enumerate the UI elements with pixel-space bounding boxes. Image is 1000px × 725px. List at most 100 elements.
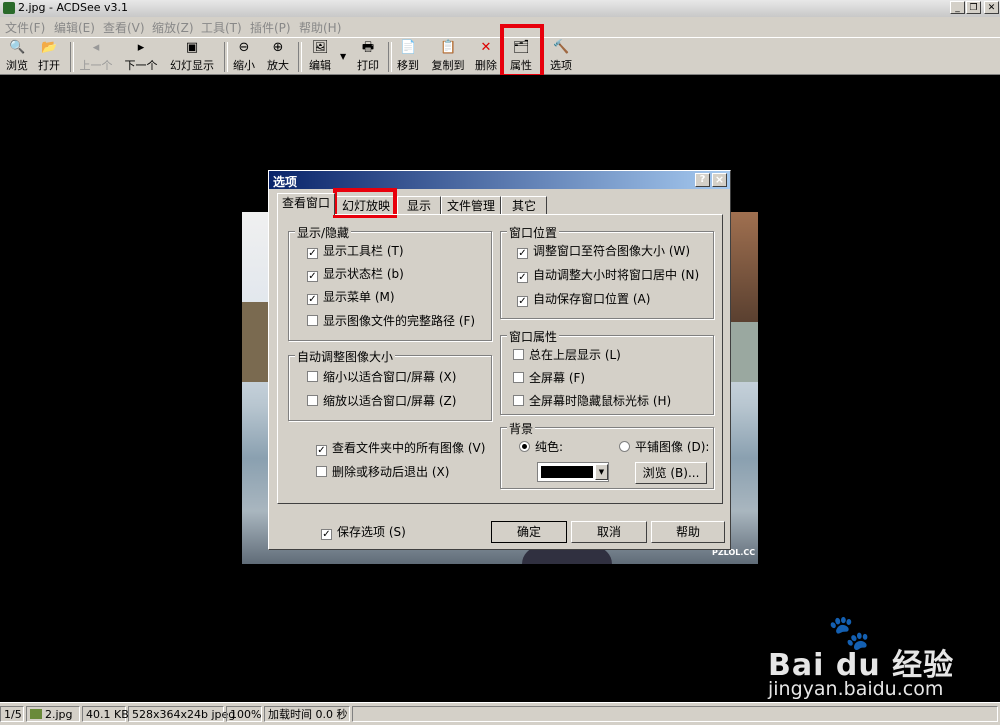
restore-button[interactable]: ❐ [966,1,981,14]
title-bar: 2.jpg - ACDSee v3.1 _ ❐ ✕ [0,0,1000,18]
checkbox-box [513,349,524,360]
group-window-position: 窗口位置 ✓ 调整窗口至符合图像大小 (W) ✓ 自动调整大小时将窗口居中 (N) … [500,224,714,319]
checkbox-shrink-to-fit[interactable]: 缩小以适合窗口/屏幕 (X) [307,368,456,386]
checkbox-box [307,371,318,382]
checkbox-fit-window-to-image[interactable]: ✓ 调整窗口至符合图像大小 (W) [517,242,690,260]
status-dimensions: 528x364x24b jpeg [128,706,235,722]
baidu-watermark: 🐾 Bai du 经验 jingyan.baidu.com [768,612,1000,702]
checkbox-box: ✓ [517,248,528,259]
zoom-out-button[interactable]: ⊖ 缩小 [230,40,258,73]
checkbox-center-window[interactable]: ✓ 自动调整大小时将窗口居中 (N) [517,266,699,284]
slideshow-icon: ▣ [185,40,199,55]
group-title: 窗口位置 [507,224,560,241]
checkbox-box: ✓ [307,271,318,282]
app-icon [3,2,15,14]
status-load-time: 加载时间 0.0 秒 [264,706,350,722]
checkbox-show-menu[interactable]: ✓ 显示菜单 (M) [307,288,395,306]
move-to-button[interactable]: 📄 移到 [394,40,422,73]
next-button[interactable]: ▸ 下一个 [120,40,162,73]
status-file: 2.jpg [26,706,80,722]
checkbox-box [307,315,318,326]
color-swatch [541,466,593,478]
dialog-title: 选项 [273,175,298,189]
close-button[interactable]: ✕ [984,1,999,14]
tab-display[interactable]: 显示 [397,196,441,215]
photo-right-houses [730,322,758,382]
checkbox-show-statusbar[interactable]: ✓ 显示状态栏 (b) [307,265,404,283]
checkbox-full-screen[interactable]: 全屏幕 (F) [513,369,585,387]
menu-view[interactable]: 查看(V) [103,19,145,36]
toolbar-separator [70,42,74,72]
checkbox-box: ✓ [316,445,327,456]
options-button[interactable]: 🔨 选项 [546,40,576,73]
window-title: 2.jpg - ACDSee v3.1 [18,1,128,14]
toolbar-separator [388,42,392,72]
group-show-hide: 显示/隐藏 ✓ 显示工具栏 (T) ✓ 显示状态栏 (b) ✓ 显示菜单 (M) 显示… [288,224,492,341]
checkbox-hide-cursor-fullscreen[interactable]: 全屏幕时隐藏鼠标光标 (H) [513,392,671,410]
menu-zoom[interactable]: 缩放(Z) [152,19,194,36]
checkbox-always-on-top[interactable]: 总在上层显示 (L) [513,346,621,364]
menu-tools[interactable]: 工具(T) [201,19,242,36]
menu-edit[interactable]: 编辑(E) [54,19,95,36]
tab-view-window[interactable]: 查看窗口 [277,193,335,215]
checkbox-box [307,395,318,406]
checkbox-box [316,466,327,477]
checkbox-box: ✓ [307,294,318,305]
menu-help[interactable]: 帮助(H) [299,19,341,36]
dialog-help-button[interactable]: ? [695,173,710,187]
ok-button[interactable]: 确定 [491,521,567,543]
chevron-down-icon: ▼ [595,464,608,480]
checkbox-zoom-to-fit[interactable]: 缩放以适合窗口/屏幕 (Z) [307,392,456,410]
prev-button[interactable]: ◂ 上一个 [76,40,116,73]
group-title: 背景 [507,420,536,437]
status-bar: 1/5 2.jpg 40.1 KB 528x364x24b jpeg 100% … [0,702,1000,725]
watermark-url: jingyan.baidu.com [768,678,944,700]
tab-other[interactable]: 其它 [501,196,547,215]
checkbox-box [513,395,524,406]
checkbox-box: ✓ [517,296,528,307]
checkbox-show-toolbar[interactable]: ✓ 显示工具栏 (T) [307,242,404,260]
checkbox-box: ✓ [517,272,528,283]
menu-file[interactable]: 文件(F) [5,19,45,36]
group-title: 显示/隐藏 [295,224,352,241]
group-background: 背景 纯色: 平铺图像 (D): ▼ 浏览 (B)... [500,420,714,489]
toolbar-separator [224,42,228,72]
checkbox-show-full-path[interactable]: 显示图像文件的完整路径 (F) [307,312,475,330]
zoom-in-button[interactable]: ⊕ 放大 [264,40,292,73]
dialog-close-button[interactable]: × [712,173,727,187]
highlight-properties [500,24,544,78]
radio-dot [519,441,530,452]
copy-to-button[interactable]: 📋 复制到 [428,40,468,73]
radio-tile-image[interactable]: 平铺图像 (D): [619,438,709,456]
slideshow-button[interactable]: ▣ 幻灯显示 [166,40,218,73]
menu-plugins[interactable]: 插件(P) [250,19,291,36]
checkbox-box: ✓ [321,529,332,540]
minimize-button[interactable]: _ [950,1,965,14]
delete-icon: ✕ [480,40,492,55]
checkbox-view-all-images[interactable]: ✓ 查看文件夹中的所有图像 (V) [316,439,485,457]
edit-button[interactable]: 🖼 编辑 [305,40,335,73]
checkbox-save-window-position[interactable]: ✓ 自动保存窗口位置 (A) [517,290,650,308]
zoom-in-icon: ⊕ [272,40,284,55]
delete-button[interactable]: ✕ 删除 [472,40,500,73]
open-folder-icon: 📂 [41,40,58,55]
help-button[interactable]: 帮助 [651,521,725,543]
checkbox-exit-after-delete[interactable]: 删除或移动后退出 (X) [316,463,449,481]
open-button[interactable]: 📂 打开 [35,40,63,73]
tab-file-management[interactable]: 文件管理 [441,196,501,215]
group-title: 窗口属性 [507,328,560,345]
cancel-button[interactable]: 取消 [571,521,647,543]
browse-button[interactable]: 🔍 浏览 [3,40,31,73]
browse-background-button[interactable]: 浏览 (B)... [635,462,707,484]
group-window-properties: 窗口属性 总在上层显示 (L) 全屏幕 (F) 全屏幕时隐藏鼠标光标 (H) [500,328,714,415]
dialog-title-bar: 选项 ? × [269,171,730,189]
print-button[interactable]: 🖶 打印 [354,40,382,73]
radio-solid-color[interactable]: 纯色: [519,438,563,456]
checkbox-save-options[interactable]: ✓ 保存选项 (S) [321,523,406,541]
group-auto-resize: 自动调整图像大小 缩小以适合窗口/屏幕 (X) 缩放以适合窗口/屏幕 (Z) [288,348,492,421]
edit-dropdown-arrow[interactable]: ▼ [340,52,346,61]
group-title: 自动调整图像大小 [295,348,396,365]
print-icon: 🖶 [361,40,375,55]
tab-panel: 显示/隐藏 ✓ 显示工具栏 (T) ✓ 显示状态栏 (b) ✓ 显示菜单 (M) 显示… [277,214,723,504]
color-picker[interactable]: ▼ [537,462,609,482]
